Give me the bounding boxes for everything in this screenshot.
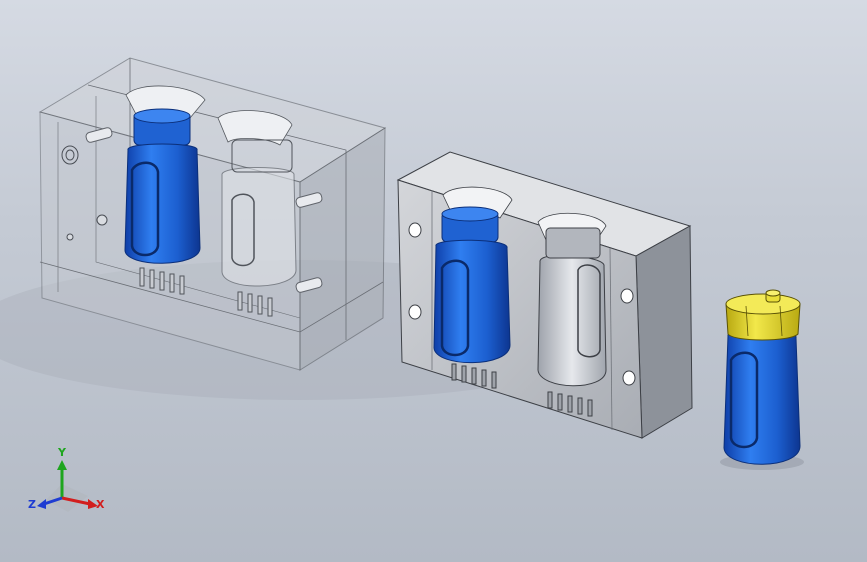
open-mold-half[interactable]	[396, 151, 693, 439]
y-axis-label: Y	[58, 446, 66, 459]
triad-graphic	[37, 460, 98, 512]
yellow-bottle-cap[interactable]	[725, 289, 801, 341]
orientation-triad[interactable]: Y X Z	[28, 440, 118, 520]
blue-bottle-in-mold[interactable]	[124, 108, 201, 264]
finished-bottle[interactable]	[720, 289, 804, 470]
cad-graphics-viewport[interactable]: Y X Z	[0, 0, 867, 562]
cad-3d-scene[interactable]	[0, 0, 867, 562]
z-axis-label: Z	[28, 498, 36, 511]
x-axis-label: X	[96, 498, 105, 511]
